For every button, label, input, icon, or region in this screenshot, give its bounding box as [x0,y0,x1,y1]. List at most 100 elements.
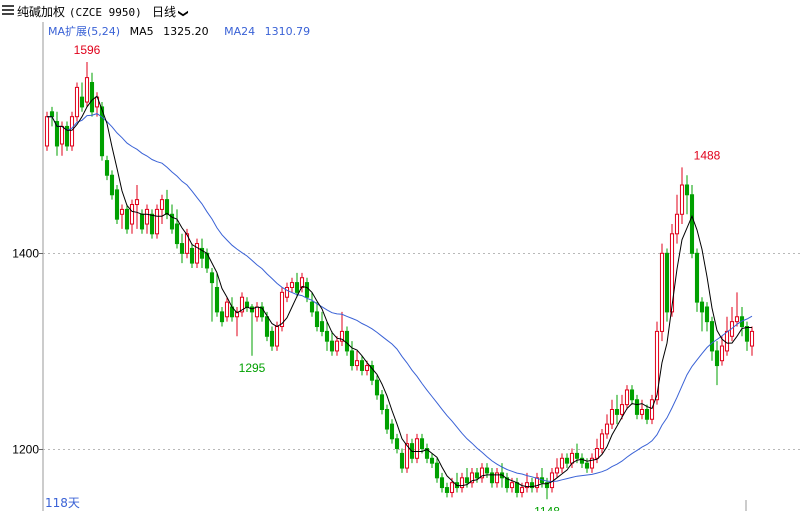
candle-body [349,350,355,367]
candle-body [44,116,50,147]
candle-body [109,174,115,196]
candle-body [444,487,450,493]
candle-body [374,379,380,396]
candle-body [134,199,140,206]
candle-body [559,457,565,469]
candle-body [164,199,170,215]
candle-body [269,330,275,347]
candle-body [274,326,280,347]
candle-body [569,452,575,464]
price-annotation: 1295 [239,361,266,375]
candle-body [69,116,75,147]
candle-body [689,194,695,254]
candle-body [659,252,665,332]
candle-body [334,340,340,352]
candle-body [149,213,155,235]
candlestick-chart[interactable]: 1200 1400 1596 1295 1148 1488 118天 [0,0,803,511]
candle-body [564,457,570,464]
candle-body [719,345,725,362]
candle-body [124,208,130,230]
candle-body [414,438,420,459]
candle-body [129,204,135,225]
candle-body [584,462,590,469]
candle-body [154,208,160,235]
candle-body [99,106,105,157]
candle-body [464,477,470,484]
candle-body [264,316,270,337]
candle-body [379,394,385,410]
candle-body [59,125,65,145]
candle-body [734,316,740,323]
candle-body [674,213,680,235]
candle-body [644,408,650,420]
candle-body [554,467,560,474]
y-tick-label: 1200 [12,443,39,457]
price-annotation: 1596 [74,43,101,57]
candle-body [174,223,180,245]
candle-body [629,389,635,401]
candle-body [179,243,185,254]
candle-body [699,301,705,313]
candle-body [604,423,610,435]
candle-body [294,282,300,293]
candle-body [709,321,715,352]
candle-body [84,77,90,103]
candle-body [214,286,220,313]
candle-body [594,448,600,459]
candle-body [489,472,495,484]
candle-body [694,252,700,303]
candle-body [284,286,290,298]
candle-body [309,301,315,313]
candle-body [329,340,335,352]
days-count-label: 118天 [45,496,80,510]
candle-body [599,433,605,450]
candle-body [89,82,95,113]
candle-body [394,438,400,450]
candle-body [244,301,250,308]
candle-body [649,399,655,420]
candle-body [224,301,230,318]
candle-body [439,477,445,489]
candle-body [354,360,360,367]
candle-body [434,462,440,479]
candle-body [159,199,165,210]
candle-body [634,399,640,415]
candle-body [389,423,395,440]
candle-body [714,350,720,367]
candle-body [189,247,195,264]
candle-body [509,482,515,489]
candle-body [614,408,620,415]
candle-body [619,404,625,415]
candle-body [49,111,55,118]
candle-body [399,452,405,469]
candle-body [704,306,710,323]
price-annotation: 1148 [534,504,560,511]
candle-body [104,160,110,176]
candle-body [79,96,85,108]
candle-body [519,487,525,493]
candle-body [314,311,320,328]
candle-body [304,282,310,298]
candle-body [484,467,490,474]
candle-body [359,360,365,371]
candle-body [459,477,465,489]
candle-body [254,306,260,318]
candle-body [219,311,225,323]
candle-body [119,208,125,215]
candle-body [664,252,670,313]
candle-body [744,326,750,342]
candle-body [514,482,520,493]
candle-body [624,389,630,406]
ma24-line [47,113,753,483]
candle-body [679,184,685,215]
candle-body [324,330,330,342]
candle-body [289,282,295,288]
candle-body [749,330,755,347]
candle-body [419,438,425,450]
ma5-line [47,95,752,488]
candle-body [724,330,730,352]
price-annotation: 1488 [694,148,721,162]
candle-body [574,452,580,459]
candle-body [639,408,645,415]
candle-body [494,472,500,484]
